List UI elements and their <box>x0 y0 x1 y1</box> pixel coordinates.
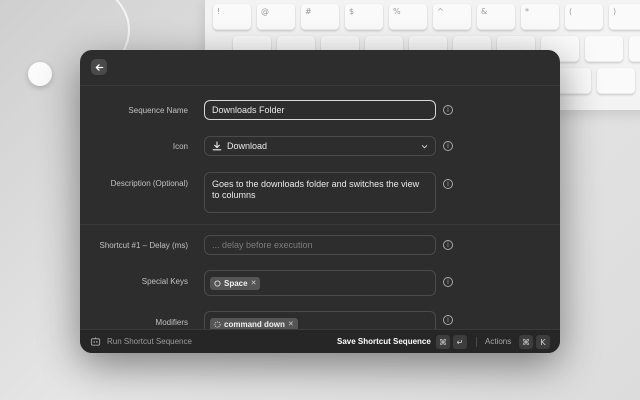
shortcut-sequence-window: Sequence Name Downloads Folder i Icon Do… <box>80 50 560 353</box>
top-bar <box>80 50 560 86</box>
dotted-circle-icon <box>214 320 221 328</box>
download-icon <box>212 141 222 151</box>
save-shortcut-sequence-button[interactable]: Save Shortcut Sequence <box>337 337 431 346</box>
special-keys-label: Special Keys <box>141 277 188 286</box>
key: * <box>521 4 559 30</box>
key <box>597 68 635 94</box>
earbud <box>28 62 52 86</box>
remove-tag-icon[interactable]: ✕ <box>288 320 294 328</box>
key <box>629 36 640 62</box>
icon-label: Icon <box>172 142 188 151</box>
section-divider <box>80 224 560 225</box>
special-keys-input[interactable]: Space ✕ <box>204 270 436 296</box>
icon-select-value: Download <box>227 141 268 151</box>
modifiers-label: Modifiers <box>155 318 188 327</box>
description-value: Goes to the downloads folder and switche… <box>212 179 420 200</box>
info-icon[interactable]: i <box>443 240 453 250</box>
info-icon[interactable]: i <box>443 179 453 189</box>
key: ( <box>565 4 603 30</box>
chevron-down-icon <box>421 144 428 148</box>
key: ^ <box>433 4 471 30</box>
modifier-tag[interactable]: command down ✕ <box>210 317 298 329</box>
k-key-hint: K <box>536 335 550 349</box>
icon-select[interactable]: Download <box>204 136 436 156</box>
key: @ <box>257 4 295 30</box>
delay-placeholder: ... delay before execution <box>212 240 313 250</box>
sequence-name-input[interactable]: Downloads Folder <box>204 100 436 120</box>
circle-icon <box>214 279 221 287</box>
special-key-tag[interactable]: Space ✕ <box>210 276 261 290</box>
run-shortcut-sequence-button[interactable]: Run Shortcut Sequence <box>107 337 192 346</box>
info-icon[interactable]: i <box>443 141 453 151</box>
modifier-tag-label: command down <box>224 319 285 329</box>
sequence-name-label: Sequence Name <box>128 106 188 115</box>
command-key-hint: ⌘ <box>519 335 533 349</box>
info-icon[interactable]: i <box>443 105 453 115</box>
description-textarea[interactable]: Goes to the downloads folder and switche… <box>204 172 436 213</box>
footer-separator <box>476 337 477 347</box>
arrow-left-icon <box>95 63 103 71</box>
key: ! <box>213 4 251 30</box>
app-icon <box>90 337 101 346</box>
delay-label: Shortcut #1 – Delay (ms) <box>99 241 188 250</box>
key: & <box>477 4 515 30</box>
key <box>585 36 623 62</box>
return-key-hint: ↵ <box>453 335 467 349</box>
info-icon[interactable]: i <box>443 277 453 287</box>
key: $ <box>345 4 383 30</box>
remove-tag-icon[interactable]: ✕ <box>251 279 257 287</box>
key: # <box>301 4 339 30</box>
description-label: Description (Optional) <box>110 179 188 188</box>
special-key-tag-label: Space <box>224 278 248 288</box>
key: ) <box>609 4 640 30</box>
sequence-name-value: Downloads Folder <box>212 105 285 115</box>
delay-input[interactable]: ... delay before execution <box>204 235 436 255</box>
action-bar: Run Shortcut Sequence Save Shortcut Sequ… <box>80 329 560 353</box>
key: % <box>389 4 427 30</box>
command-key-hint: ⌘ <box>436 335 450 349</box>
back-button[interactable] <box>91 59 107 75</box>
info-icon[interactable]: i <box>443 315 453 325</box>
sequence-form: Sequence Name Downloads Folder i Icon Do… <box>80 86 560 329</box>
actions-button[interactable]: Actions <box>485 337 511 346</box>
modifiers-input[interactable]: command down ✕ <box>204 311 436 329</box>
